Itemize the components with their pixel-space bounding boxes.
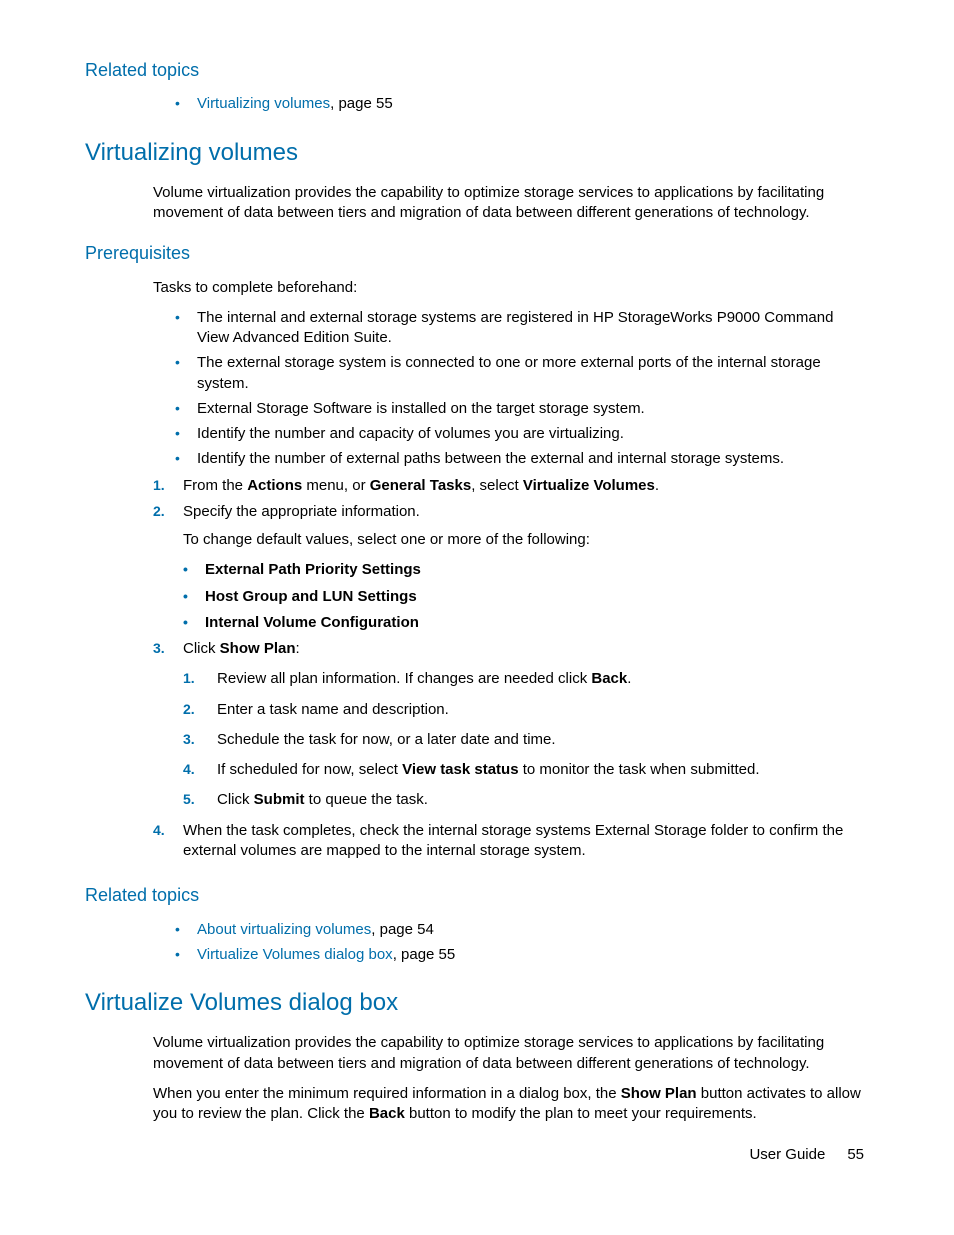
related-topics-item: About virtualizing volumes, page 54 (175, 920, 864, 940)
related-topics-item: Virtualize Volumes dialog box, page 55 (175, 945, 864, 965)
prereq-bullet: Identify the number and capacity of volu… (175, 424, 864, 444)
link-virtualizing-volumes[interactable]: Virtualizing volumes (197, 95, 330, 112)
step-3-sub: If scheduled for now, select View task s… (183, 760, 864, 780)
dialog-p2: When you enter the minimum required info… (153, 1084, 864, 1125)
page-ref: , page 54 (371, 921, 434, 938)
step-3-sub: Click Submit to queue the task. (183, 790, 864, 810)
step-4: When the task completes, check the inter… (153, 821, 864, 862)
related-topics-heading-1: Related topics (85, 58, 864, 82)
step-2-sub: Internal Volume Configuration (183, 613, 864, 633)
step-2-sub: Host Group and LUN Settings (183, 587, 864, 607)
link-virtualize-dialog[interactable]: Virtualize Volumes dialog box (197, 946, 393, 963)
step-1: From the Actions menu, or General Tasks,… (153, 476, 864, 496)
page-ref: , page 55 (393, 946, 456, 963)
heading-prerequisites: Prerequisites (85, 241, 864, 265)
step-2-note: To change default values, select one or … (183, 530, 864, 550)
link-about-virtualizing[interactable]: About virtualizing volumes (197, 921, 371, 938)
page-ref: , page 55 (330, 95, 393, 112)
heading-virtualizing-volumes: Virtualizing volumes (85, 137, 864, 169)
page-number: 55 (847, 1146, 864, 1163)
prereq-bullet: The internal and external storage system… (175, 308, 864, 349)
virt-intro-text: Volume virtualization provides the capab… (153, 183, 864, 224)
related-topics-item: Virtualizing volumes, page 55 (175, 94, 864, 114)
related-topics-heading-2: Related topics (85, 883, 864, 907)
step-3-sub: Enter a task name and description. (183, 700, 864, 720)
page-footer: User Guide 55 (749, 1145, 864, 1165)
step-2: Specify the appropriate information. To … (153, 502, 864, 633)
prereq-bullet: Identify the number of external paths be… (175, 449, 864, 469)
step-3-sub: Schedule the task for now, or a later da… (183, 730, 864, 750)
dialog-p1: Volume virtualization provides the capab… (153, 1033, 864, 1074)
prereq-bullet: The external storage system is connected… (175, 353, 864, 394)
prereq-intro: Tasks to complete beforehand: (153, 278, 864, 298)
prereq-bullet: External Storage Software is installed o… (175, 399, 864, 419)
step-2-sub: External Path Priority Settings (183, 560, 864, 580)
heading-virtualize-dialog: Virtualize Volumes dialog box (85, 987, 864, 1019)
step-3-sub: Review all plan information. If changes … (183, 669, 864, 689)
footer-label: User Guide (749, 1146, 825, 1163)
step-3: Click Show Plan: Review all plan informa… (153, 639, 864, 811)
